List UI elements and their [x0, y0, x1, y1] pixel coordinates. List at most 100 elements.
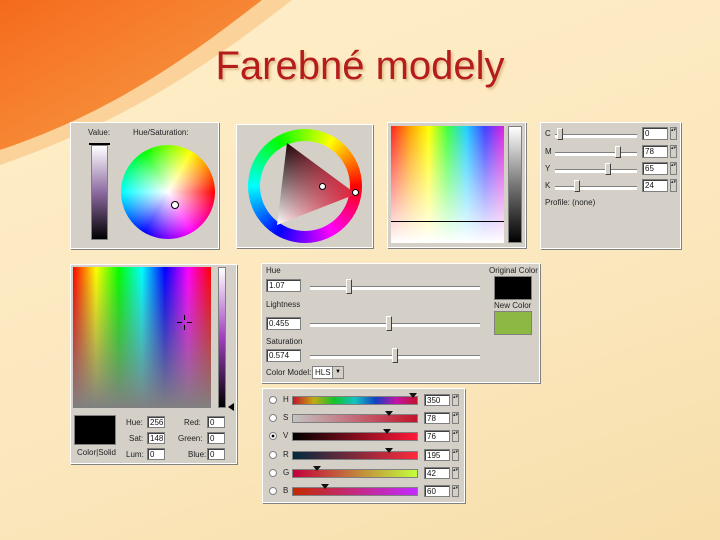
hue-ring-marker[interactable]: [352, 189, 359, 196]
slider-marker-h[interactable]: [409, 393, 417, 398]
new-color-swatch: [494, 311, 532, 335]
slider-spin-h[interactable]: ▴▾: [452, 394, 459, 406]
hsv-triangle-picker-panel: [236, 124, 373, 248]
slider-label-h: H: [283, 395, 289, 404]
slider-label-b: B: [283, 486, 289, 495]
new-color-label: New Color: [494, 301, 532, 310]
original-color-swatch: [494, 276, 532, 300]
hls-panel: Hue 1.07 Lightness 0.455 Saturation 0.57…: [261, 263, 540, 383]
cmyk-label-k: K: [545, 181, 551, 190]
slider-marker-s[interactable]: [385, 411, 393, 416]
hls-lightness-slider[interactable]: [386, 316, 392, 331]
slider-marker-r[interactable]: [385, 448, 393, 453]
slider-marker-b[interactable]: [321, 484, 329, 489]
cmyk-spin-k[interactable]: ▴▾: [670, 179, 677, 192]
cmyk-slider-y[interactable]: [605, 163, 611, 175]
slider-spin-r[interactable]: ▴▾: [452, 449, 459, 461]
chevron-down-icon[interactable]: ▼: [332, 367, 343, 378]
cmyk-label-c: C: [545, 129, 551, 138]
saturation-value-triangle[interactable]: [237, 125, 372, 247]
value-slider-marker[interactable]: [89, 143, 110, 145]
hls-saturation-slider[interactable]: [392, 348, 398, 363]
hls-hue-input[interactable]: 1.07: [266, 279, 301, 292]
green-label: Green:: [178, 434, 203, 443]
slider-input-r[interactable]: 195: [424, 449, 450, 461]
radio-h[interactable]: [269, 396, 277, 404]
red-label: Red:: [184, 418, 201, 427]
slider-label-s: S: [283, 413, 289, 422]
hls-lightness-label: Lightness: [266, 300, 301, 309]
slider-marker-g[interactable]: [313, 466, 321, 471]
custom-color-picker-panel: Color|Solid Hue: 256 Sat: 148 Lum: 0 Red…: [70, 264, 237, 464]
lum-label: Lum:: [126, 450, 144, 459]
slider-input-b[interactable]: 60: [424, 485, 450, 497]
hls-lightness-input[interactable]: 0.455: [266, 317, 301, 330]
color-model-select[interactable]: HLS ▼: [312, 366, 344, 379]
red-input[interactable]: 0: [207, 416, 225, 428]
cmyk-spin-c[interactable]: ▴▾: [670, 127, 677, 140]
color-field-selection-line: [391, 221, 504, 222]
color-model-label: Color Model:: [266, 368, 312, 377]
cmyk-input-k[interactable]: 24: [642, 179, 668, 192]
slider-spin-g[interactable]: ▴▾: [452, 467, 459, 479]
slider-input-h[interactable]: 350: [424, 394, 450, 406]
hue-saturation-spectrum[interactable]: [73, 267, 211, 408]
cmyk-slider-c[interactable]: [557, 128, 563, 140]
radio-s[interactable]: [269, 414, 277, 422]
gradient-slider-s[interactable]: [292, 414, 418, 423]
cmyk-spin-m[interactable]: ▴▾: [670, 145, 677, 158]
gradient-slider-h[interactable]: [292, 396, 418, 405]
slider-spin-b[interactable]: ▴▾: [452, 485, 459, 497]
cmyk-panel: C 0 ▴▾ M 78 ▴▾ Y 65 ▴▾ K 24 ▴▾ Profile: …: [540, 122, 681, 249]
radio-r[interactable]: [269, 451, 277, 459]
color-field[interactable]: [391, 126, 504, 243]
cmyk-slider-m[interactable]: [615, 146, 621, 158]
green-input[interactable]: 0: [207, 432, 225, 444]
luminosity-arrow-icon[interactable]: [228, 403, 234, 411]
gradient-slider-b[interactable]: [292, 487, 418, 496]
gradient-slider-v[interactable]: [292, 432, 418, 441]
spectrum-crosshair-icon[interactable]: [177, 315, 192, 330]
hue-saturation-label: Hue/Saturation:: [133, 128, 189, 137]
wheel-selection-marker[interactable]: [171, 201, 179, 209]
sat-label: Sat:: [129, 434, 144, 443]
triangle-selection-marker[interactable]: [319, 183, 326, 190]
slider-marker-v[interactable]: [383, 429, 391, 434]
slider-spin-v[interactable]: ▴▾: [452, 430, 459, 442]
cmyk-label-m: M: [545, 147, 552, 156]
cmyk-input-m[interactable]: 78: [642, 145, 668, 158]
slider-spin-s[interactable]: ▴▾: [452, 412, 459, 424]
hue-label: Hue:: [126, 418, 143, 427]
cmyk-spin-y[interactable]: ▴▾: [670, 162, 677, 175]
radio-g[interactable]: [269, 469, 277, 477]
blue-label: Blue:: [188, 450, 207, 459]
value-label: Value:: [88, 128, 111, 137]
slider-input-g[interactable]: 42: [424, 467, 450, 479]
slider-input-v[interactable]: 76: [424, 430, 450, 442]
radio-b[interactable]: [269, 487, 277, 495]
hls-saturation-input[interactable]: 0.574: [266, 349, 301, 362]
gradient-slider-r[interactable]: [292, 451, 418, 460]
slider-label-r: R: [283, 450, 289, 459]
color-model-value: HLS: [315, 368, 331, 377]
cmyk-input-y[interactable]: 65: [642, 162, 668, 175]
radio-v[interactable]: [269, 432, 277, 440]
color-solid-preview: [74, 415, 116, 445]
cmyk-label-y: Y: [545, 164, 551, 173]
slider-label-v: V: [283, 431, 289, 440]
luminosity-slider[interactable]: [218, 267, 226, 408]
hue-input[interactable]: 256: [147, 416, 165, 428]
sat-input[interactable]: 148: [147, 432, 165, 444]
lightness-slider[interactable]: [508, 126, 522, 243]
gradient-slider-g[interactable]: [292, 469, 418, 478]
hue-saturation-wheel[interactable]: [121, 145, 215, 239]
hls-hue-slider[interactable]: [346, 279, 352, 294]
lum-input[interactable]: 0: [147, 448, 165, 460]
cmyk-input-c[interactable]: 0: [642, 127, 668, 140]
cmyk-slider-k[interactable]: [574, 180, 580, 192]
value-slider[interactable]: [91, 145, 108, 240]
color-field-picker-panel: [387, 122, 526, 248]
blue-input[interactable]: 0: [207, 448, 225, 460]
slider-input-s[interactable]: 78: [424, 412, 450, 424]
hls-hue-label: Hue: [266, 266, 281, 275]
